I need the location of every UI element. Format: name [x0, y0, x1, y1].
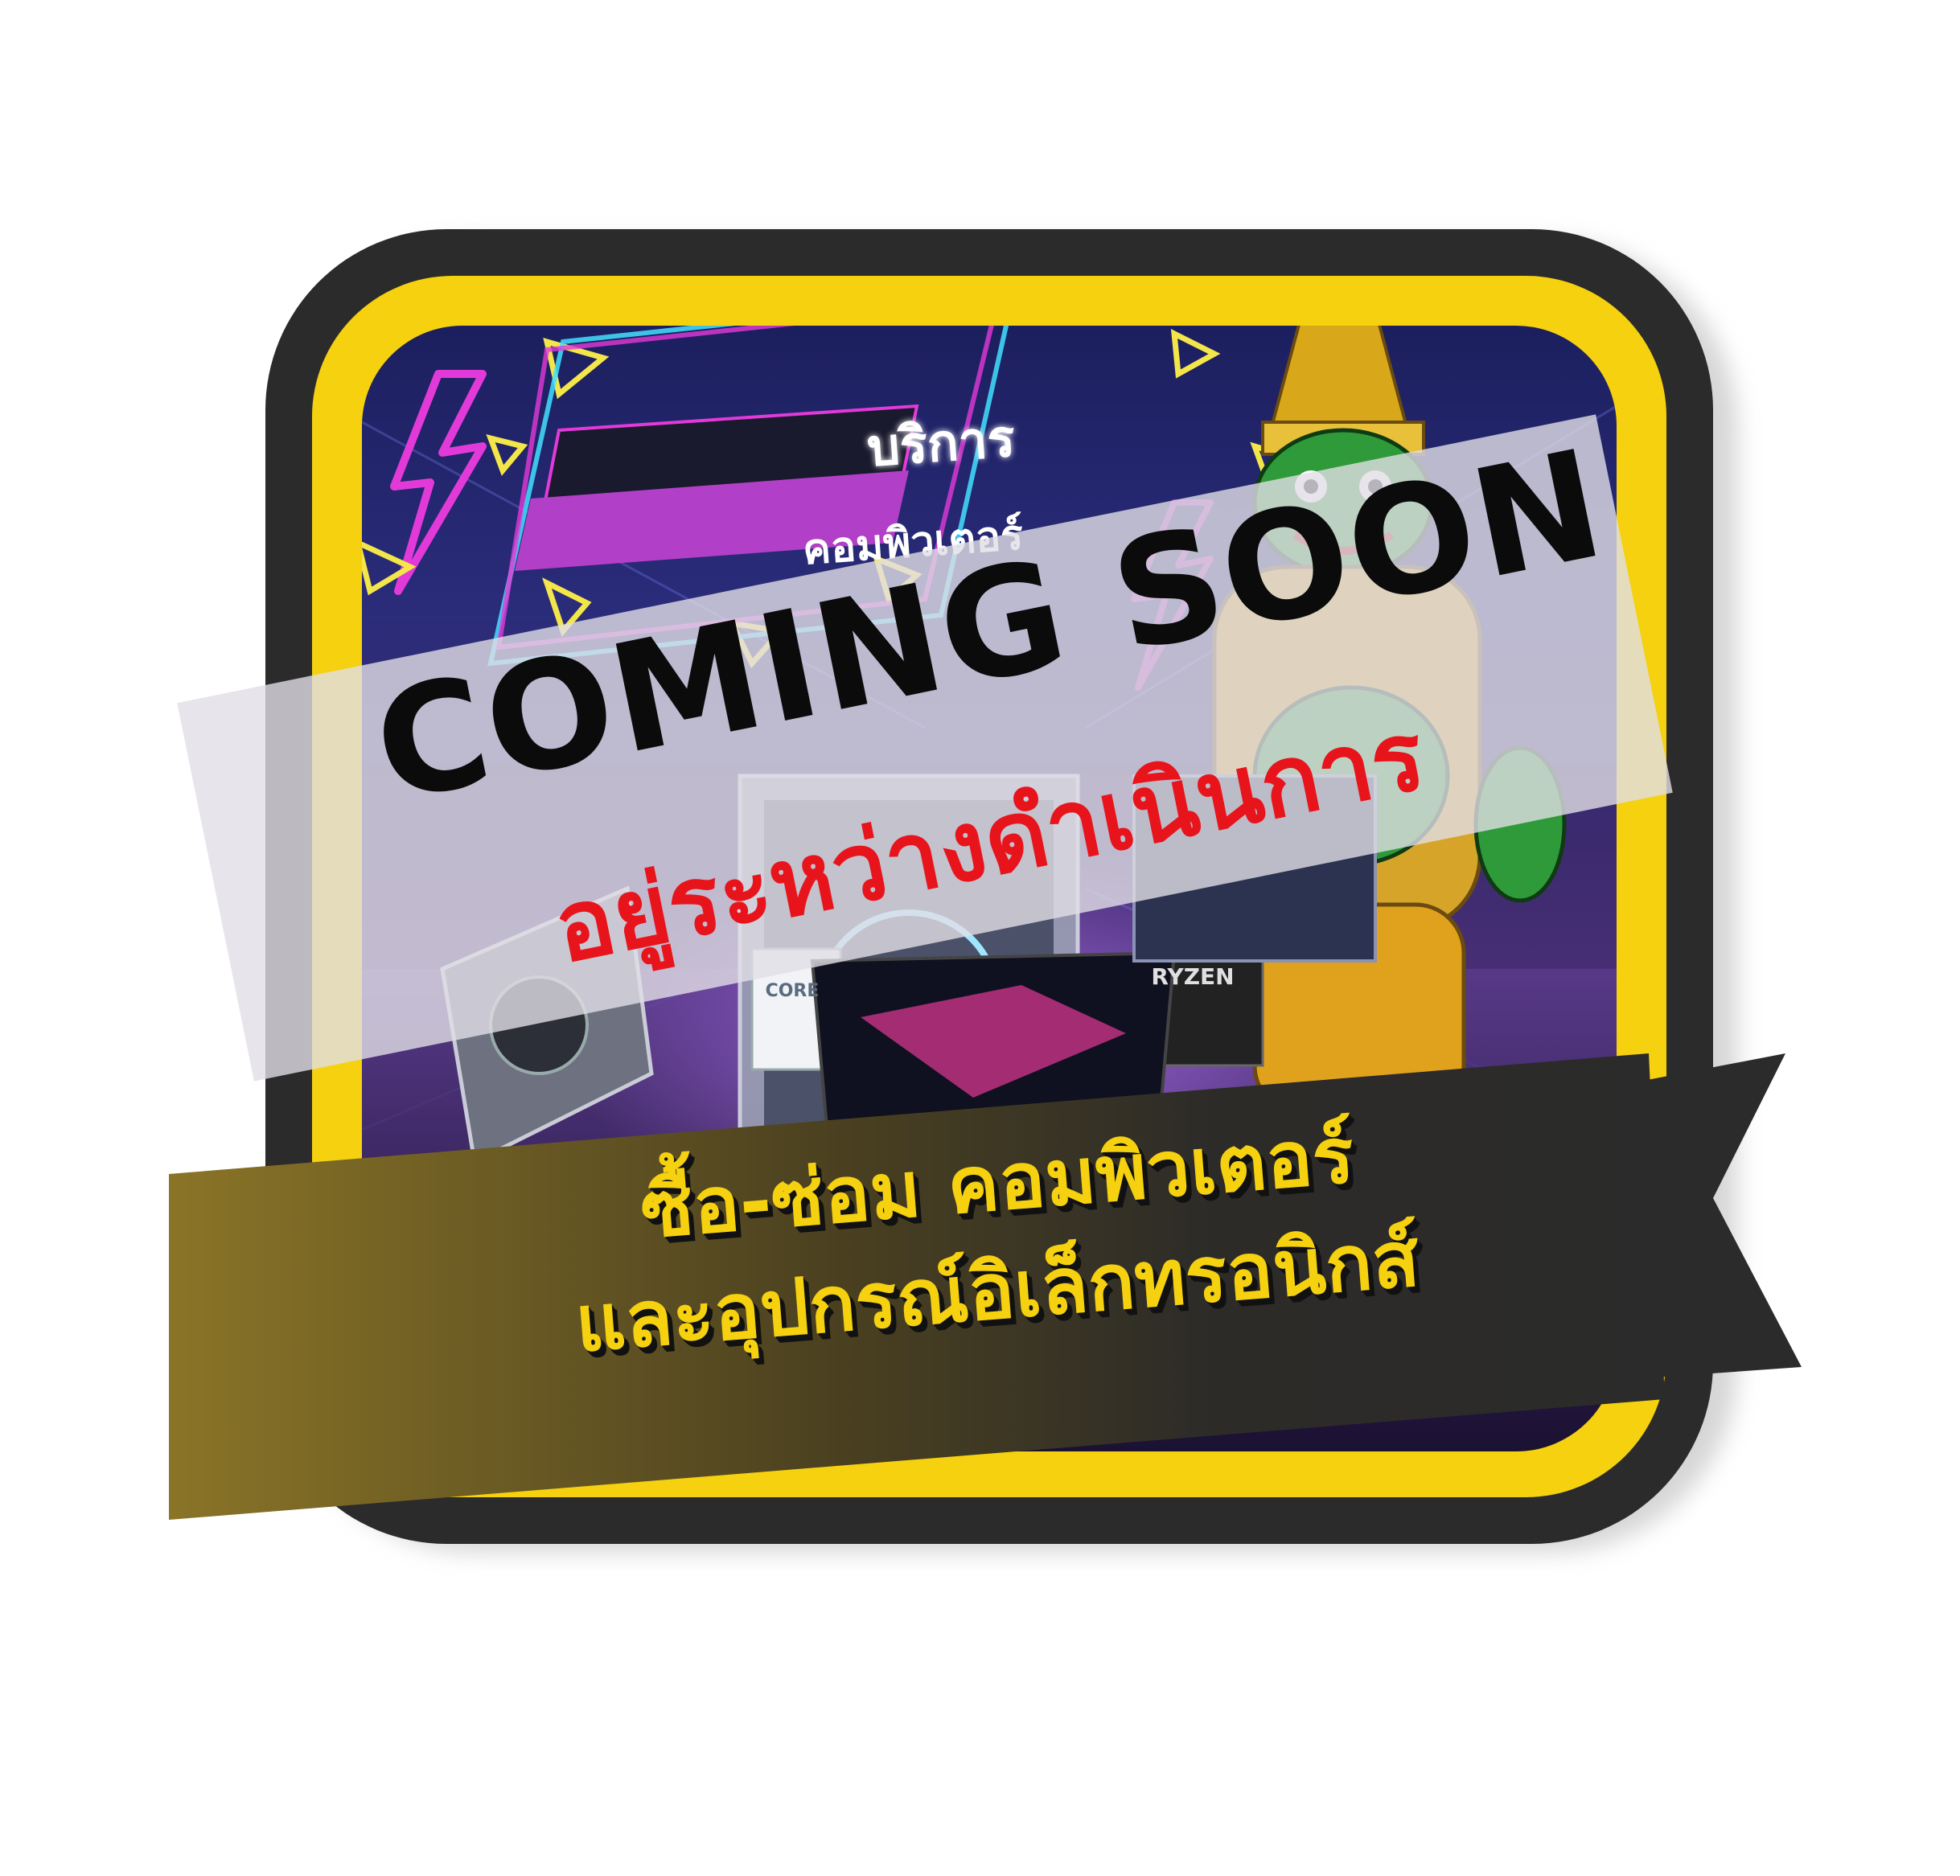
- badge-graphic: บริการ คอมพิวเตอร์ CORE RYZEN COMING SOO…: [0, 0, 1960, 1876]
- ribbon-banner: [169, 1053, 1802, 1520]
